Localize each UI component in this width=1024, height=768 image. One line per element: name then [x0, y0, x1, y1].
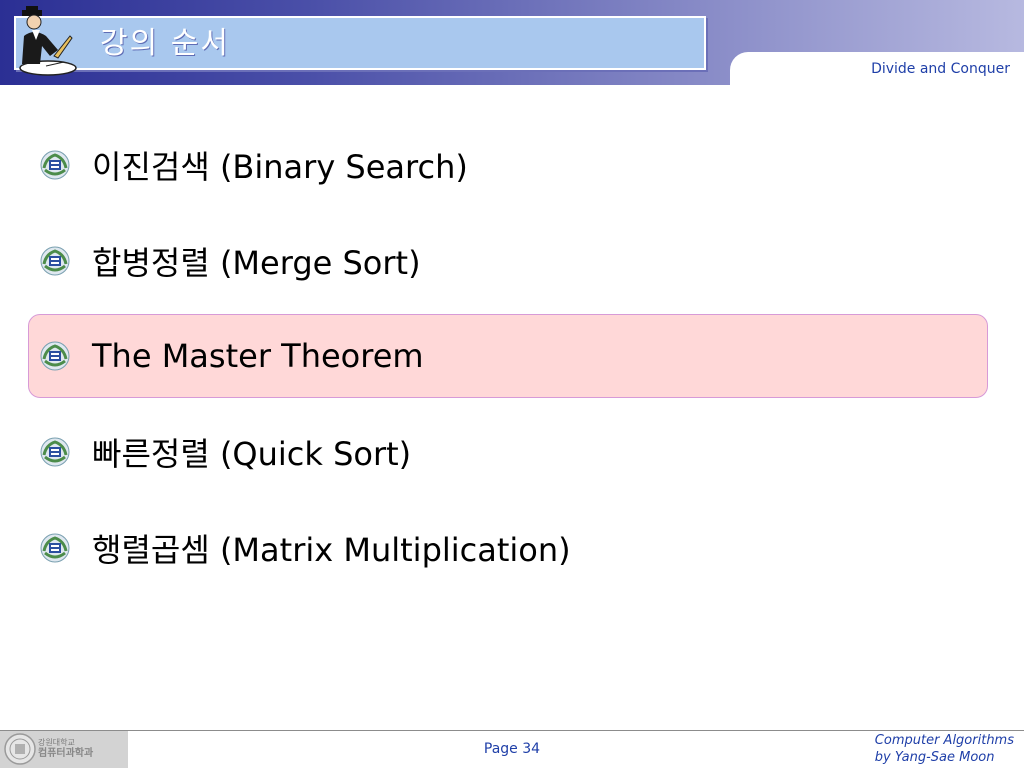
university-seal-icon [4, 733, 36, 765]
list-item: 행렬곱셈 (Matrix Multiplication) [40, 526, 571, 570]
list-item-text: 행렬곱셈 (Matrix Multiplication) [92, 531, 571, 569]
scholar-writing-icon [19, 6, 77, 76]
list-item-text: The Master Theorem [92, 337, 424, 375]
list-item-text: 빠른정렬 (Quick Sort) [92, 435, 412, 473]
footer-course-title: Computer Algorithms [874, 733, 1014, 748]
university-emblem-icon [40, 246, 70, 276]
page-number: Page 34 [483, 741, 541, 757]
university-emblem-icon [40, 533, 70, 563]
footer-course-author: by Yang-Sae Moon [874, 750, 995, 765]
list-item-highlighted: The Master Theorem [40, 334, 424, 378]
section-subtitle: Divide and Conquer [871, 61, 1010, 77]
list-item: 이진검색 (Binary Search) [40, 143, 468, 187]
list-item: 합병정렬 (Merge Sort) [40, 239, 421, 283]
page-title: 강의 순서 [100, 26, 230, 61]
footer-course-info: Computer Algorithms by Yang-Sae Moon [875, 732, 1014, 766]
list-item-text: 이진검색 (Binary Search) [92, 148, 468, 186]
university-emblem-icon [40, 437, 70, 467]
footer-department-name: 컴퓨터과학과 [38, 748, 94, 759]
list-item-text: 합병정렬 (Merge Sort) [92, 244, 421, 282]
footer-department: 강원대학교 컴퓨터과학과 [38, 737, 104, 759]
footer-university-name: 강원대학교 [38, 738, 75, 747]
list-item: 빠른정렬 (Quick Sort) [40, 430, 411, 474]
university-emblem-icon [40, 341, 70, 371]
university-emblem-icon [40, 150, 70, 180]
